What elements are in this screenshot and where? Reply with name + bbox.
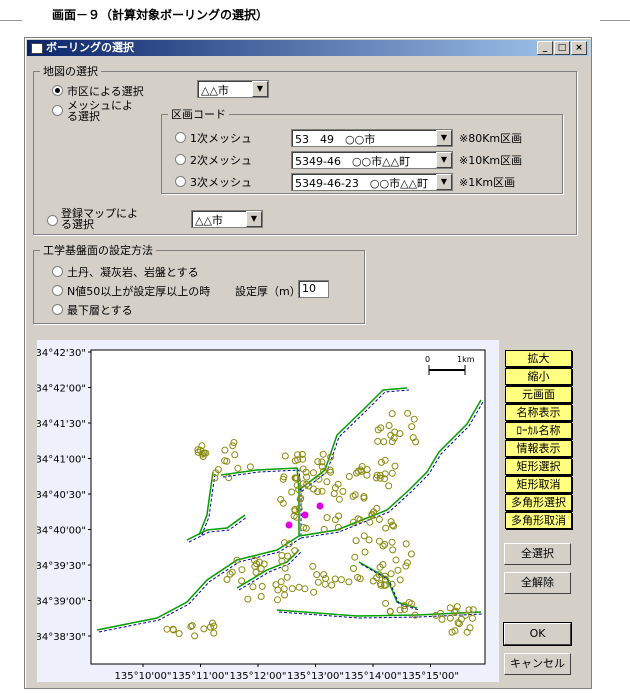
y-tick-label: 34°42'00" bbox=[37, 384, 86, 395]
selected-boring-point bbox=[301, 511, 309, 519]
x-tick-label: 135°10'00" bbox=[115, 671, 172, 682]
radio-base-rock[interactable] bbox=[52, 266, 63, 277]
y-tick-label: 34°38'30" bbox=[37, 632, 86, 643]
x-tick-label: 135°12'00" bbox=[230, 671, 287, 682]
chevron-down-icon[interactable]: ▼ bbox=[246, 211, 262, 227]
mesh-2-note: ※10Km区画 bbox=[459, 154, 523, 167]
ok-button[interactable]: OK bbox=[503, 622, 572, 646]
divider bbox=[600, 20, 630, 21]
show-info-button[interactable]: 情報表示 bbox=[505, 440, 572, 457]
chevron-down-icon[interactable]: ▼ bbox=[436, 174, 452, 190]
mesh-2-combo[interactable]: 5349-46 ○○市△△町 ▼ bbox=[291, 151, 453, 169]
title-bar: ボーリングの選択 _ □ × bbox=[27, 40, 589, 56]
radio-by-city-label[interactable]: 市区による選択 bbox=[67, 83, 144, 99]
section-code-legend: 区画コード bbox=[171, 108, 226, 121]
clear-all-button[interactable]: 全解除 bbox=[504, 572, 571, 594]
local-name-button[interactable]: ﾛｰｶﾙ名称 bbox=[505, 422, 572, 439]
saved-map-combo[interactable]: △△市 ▼ bbox=[191, 210, 263, 228]
mesh-1-label[interactable]: 1次メッシュ bbox=[190, 130, 252, 146]
y-tick-label: 34°39'30" bbox=[37, 561, 86, 572]
base-method-legend: 工学基盤面の設定方法 bbox=[43, 244, 153, 257]
mesh-1-combo[interactable]: 53 49 ○○市 ▼ bbox=[291, 129, 453, 147]
mesh-3-combo[interactable]: 5349-46-23 ○○市△△町 ▼ bbox=[291, 173, 453, 191]
scale-start-label: 0 bbox=[425, 355, 430, 364]
y-tick-label: 34°42'30" bbox=[37, 348, 86, 359]
boring-map[interactable]: 34°42'30" 34°42'00" 34°41'30" 34°41'00" 34°4… bbox=[37, 340, 499, 682]
radio-mesh-1[interactable] bbox=[175, 132, 186, 143]
base-n50-label[interactable]: N値50以上が設定厚以上の時 bbox=[67, 283, 210, 299]
mesh-2-value: 5349-46 ○○市△△町 bbox=[295, 155, 411, 168]
saved-map-value: △△市 bbox=[195, 214, 223, 227]
base-rock-label[interactable]: 土丹、凝灰岩、岩盤とする bbox=[67, 264, 199, 280]
close-button[interactable]: × bbox=[571, 41, 587, 55]
maximize-button[interactable]: □ bbox=[554, 41, 570, 55]
map-canvas[interactable]: 34°42'30" 34°42'00" 34°41'30" 34°41'00" 34°4… bbox=[37, 340, 499, 682]
thickness-input[interactable]: 10 bbox=[298, 280, 329, 298]
reset-view-button[interactable]: 元画面 bbox=[505, 386, 572, 403]
document-caption: 画面－９（計算対象ボーリングの選択） bbox=[52, 8, 269, 22]
x-tick-label: 135°13'00" bbox=[287, 671, 344, 682]
radio-by-city[interactable] bbox=[52, 85, 63, 96]
scale-end-label: 1km bbox=[457, 355, 475, 364]
radio-by-saved-map[interactable] bbox=[47, 215, 58, 226]
chevron-down-icon[interactable]: ▼ bbox=[436, 152, 452, 168]
window-title: ボーリングの選択 bbox=[46, 41, 134, 54]
polygon-select-button[interactable]: 多角形選択 bbox=[505, 494, 572, 511]
chevron-down-icon[interactable]: ▼ bbox=[252, 81, 268, 97]
x-tick-label: 135°11'00" bbox=[172, 671, 229, 682]
rect-select-button[interactable]: 矩形選択 bbox=[505, 458, 572, 475]
selected-boring-point bbox=[285, 521, 293, 529]
zoom-in-button[interactable]: 拡大 bbox=[505, 350, 572, 367]
select-all-button[interactable]: 全選択 bbox=[504, 543, 571, 565]
selected-boring-point bbox=[316, 502, 324, 510]
rect-cancel-button[interactable]: 矩形取消 bbox=[505, 476, 572, 493]
radio-by-mesh[interactable] bbox=[52, 105, 63, 116]
polygon-cancel-button[interactable]: 多角形取消 bbox=[505, 512, 572, 529]
minimize-button[interactable]: _ bbox=[537, 41, 553, 55]
mesh-3-value: 5349-46-23 ○○市△△町 bbox=[295, 177, 429, 190]
y-tick-label: 34°40'00" bbox=[37, 526, 86, 537]
show-name-button[interactable]: 名称表示 bbox=[505, 404, 572, 421]
radio-base-lowest[interactable] bbox=[52, 304, 63, 315]
chevron-down-icon[interactable]: ▼ bbox=[436, 130, 452, 146]
radio-base-n50[interactable] bbox=[52, 285, 63, 296]
radio-mesh-3[interactable] bbox=[175, 176, 186, 187]
y-tick-label: 34°39'00" bbox=[37, 597, 86, 608]
y-tick-label: 34°40'30" bbox=[37, 490, 86, 501]
mesh-3-note: ※1Km区画 bbox=[459, 176, 516, 189]
mesh-1-note: ※80Km区画 bbox=[459, 132, 523, 145]
thickness-label: 設定厚（m） bbox=[235, 285, 301, 298]
divider bbox=[0, 20, 22, 21]
mesh-2-label[interactable]: 2次メッシュ bbox=[190, 152, 252, 168]
boring-selection-window: ボーリングの選択 _ □ × 地図の選択 市区による選択 △△市 ▼ メッシュによる… bbox=[24, 37, 592, 689]
city-combo[interactable]: △△市 ▼ bbox=[197, 80, 269, 98]
x-tick-label: 135°14'00" bbox=[345, 671, 402, 682]
app-icon bbox=[31, 43, 43, 54]
map-select-legend: 地図の選択 bbox=[43, 65, 98, 78]
mesh-3-label[interactable]: 3次メッシュ bbox=[190, 174, 252, 190]
city-combo-value: △△市 bbox=[201, 84, 229, 97]
radio-mesh-2[interactable] bbox=[175, 154, 186, 165]
radio-by-saved-map-label[interactable]: 登録マップによる選択 bbox=[61, 208, 145, 230]
radio-by-mesh-label[interactable]: メッシュによる選択 bbox=[67, 100, 139, 122]
zoom-out-button[interactable]: 縮小 bbox=[505, 368, 572, 385]
y-tick-label: 34°41'30" bbox=[37, 419, 86, 430]
x-tick-label: 135°15'00" bbox=[402, 671, 459, 682]
mesh-1-value: 53 49 ○○市 bbox=[295, 133, 376, 146]
cancel-button[interactable]: キャンセル bbox=[504, 653, 571, 675]
base-lowest-label[interactable]: 最下層とする bbox=[67, 302, 133, 318]
y-tick-label: 34°41'00" bbox=[37, 455, 86, 466]
